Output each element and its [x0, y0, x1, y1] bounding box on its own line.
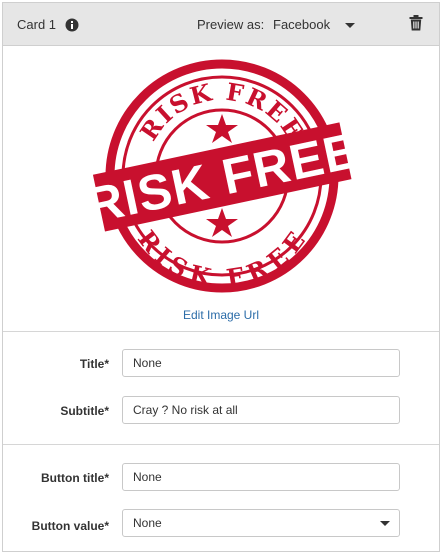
- info-icon[interactable]: [65, 18, 79, 32]
- button-value-label: Button value*: [31, 519, 109, 533]
- preview-platform-dropdown[interactable]: Facebook: [273, 17, 361, 35]
- text-fields-section: Title* None Subtitle* Cray ? No risk at …: [3, 332, 439, 445]
- subtitle-input[interactable]: Cray ? No risk at all: [122, 396, 400, 424]
- button-value-select[interactable]: None: [122, 509, 400, 537]
- chevron-down-icon: [380, 521, 390, 526]
- chevron-down-icon: [345, 23, 355, 28]
- card-title: Card 1: [17, 17, 57, 32]
- card-image-area: RISK FREE RISK FREE RISK FREE Edit Image…: [3, 46, 439, 332]
- risk-free-stamp-image: RISK FREE RISK FREE RISK FREE: [90, 59, 354, 293]
- trash-icon[interactable]: [409, 15, 423, 31]
- card-header: Card 1 Preview as: Facebook: [3, 3, 439, 46]
- title-input[interactable]: None: [122, 349, 400, 377]
- button-fields-section: Button title* None Button value* None: [3, 445, 439, 551]
- button-title-input[interactable]: None: [122, 463, 400, 491]
- preview-as-label: Preview as:: [197, 17, 265, 32]
- button-title-label: Button title*: [41, 471, 109, 485]
- star-icon: [206, 114, 238, 143]
- card: Card 1 Preview as: Facebook RISK FREE RI…: [2, 2, 440, 552]
- title-label: Title*: [79, 357, 109, 371]
- edit-image-url-link[interactable]: Edit Image Url: [3, 308, 439, 322]
- stamp-bottom-arc-text: RISK FREE: [132, 225, 312, 293]
- button-value-selected: None: [133, 516, 162, 530]
- star-icon: [206, 208, 238, 237]
- subtitle-label: Subtitle*: [60, 404, 109, 418]
- preview-platform-value: Facebook: [273, 17, 331, 32]
